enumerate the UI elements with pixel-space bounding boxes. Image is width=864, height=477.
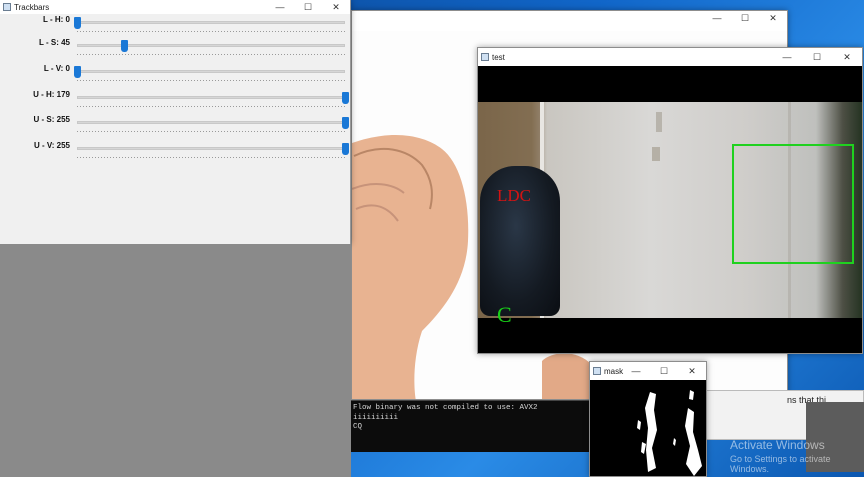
slider-thumb[interactable] — [342, 117, 349, 129]
maximize-button[interactable]: ☐ — [650, 362, 678, 380]
test-title: test — [492, 52, 505, 62]
console-output: Flow binary was not compiled to use: AVX… — [351, 400, 591, 452]
slider-track[interactable] — [77, 44, 345, 47]
watermark-line2: Go to Settings to activate Windows. — [730, 454, 831, 474]
minimize-button[interactable]: — — [266, 0, 294, 14]
window-icon — [481, 53, 489, 61]
slider-ticks — [77, 106, 345, 107]
watermark-line1: Activate Windows — [730, 438, 825, 452]
back-window-titlebar[interactable]: — ☐ ✕ — [352, 11, 787, 25]
prediction-text-red: LDC — [497, 186, 531, 205]
slider-row-l-v: L - V: 0 — [0, 63, 350, 89]
minimize-button[interactable]: — — [772, 48, 802, 66]
slider-track[interactable] — [77, 70, 345, 73]
minimize-button[interactable]: — — [703, 11, 731, 25]
slider-track[interactable] — [77, 96, 345, 99]
mask-titlebar[interactable]: mask — ☐ ✕ — [590, 362, 706, 380]
slider-row-l-s: L - S: 45 — [0, 37, 350, 63]
slider-thumb[interactable] — [74, 17, 81, 29]
mask-window[interactable]: mask — ☐ ✕ — [589, 361, 707, 477]
close-button[interactable]: ✕ — [678, 362, 706, 380]
slider-track[interactable] — [77, 121, 345, 124]
maximize-button[interactable]: ☐ — [294, 0, 322, 14]
console-line: CQ — [353, 423, 363, 431]
slider-row-u-v: U - V: 255 — [0, 140, 350, 166]
maximize-button[interactable]: ☐ — [802, 48, 832, 66]
slider-thumb[interactable] — [342, 143, 349, 155]
camera-frame: LDC C — [478, 66, 862, 353]
slider-thumb[interactable] — [342, 92, 349, 104]
close-button[interactable]: ✕ — [832, 48, 862, 66]
close-button[interactable]: ✕ — [759, 11, 787, 25]
slider-ticks — [77, 131, 345, 132]
minimize-button[interactable]: — — [622, 362, 650, 380]
mask-blobs — [637, 390, 702, 476]
slider-ticks — [77, 54, 345, 55]
test-titlebar[interactable]: test — ☐ ✕ — [478, 48, 862, 66]
console-line: iiiiiiiiii — [353, 413, 399, 422]
slider-ticks — [77, 157, 345, 158]
slider-row-u-s: U - S: 255 — [0, 114, 350, 140]
slider-label: U - S: 255 — [33, 115, 70, 124]
grey-backdrop — [0, 244, 351, 477]
mask-image — [590, 380, 706, 476]
slider-thumb[interactable] — [74, 66, 81, 78]
console-line: Flow binary was not compiled to use: AVX… — [353, 404, 538, 412]
slider-label: L - S: 45 — [39, 38, 70, 47]
slider-label: L - H: 0 — [43, 15, 70, 24]
test-window[interactable]: test — ☐ ✕ LDC C — [477, 47, 863, 354]
mask-title: mask — [604, 366, 624, 376]
region-of-interest-box — [732, 144, 854, 264]
trackbars-window[interactable]: Trackbars — ☐ ✕ L - H: 0 L - S: 45 L - V… — [0, 0, 351, 244]
slider-row-u-h: U - H: 179 — [0, 89, 350, 115]
slider-track[interactable] — [77, 21, 345, 24]
slider-ticks — [77, 31, 345, 32]
slider-label: L - V: 0 — [43, 64, 70, 73]
close-button[interactable]: ✕ — [322, 0, 350, 14]
slider-label: U - V: 255 — [33, 141, 70, 150]
activate-windows-watermark: Activate Windows Go to Settings to activ… — [730, 438, 864, 474]
slider-thumb[interactable] — [121, 40, 129, 52]
trackbars-titlebar[interactable]: Trackbars — ☐ ✕ — [0, 0, 350, 14]
prediction-text-green: C — [497, 302, 512, 327]
trackbars-title: Trackbars — [14, 2, 50, 12]
slider-track[interactable] — [77, 147, 345, 150]
slider-label: U - H: 179 — [33, 90, 70, 99]
window-icon — [3, 3, 11, 11]
maximize-button[interactable]: ☐ — [731, 11, 759, 25]
slider-ticks — [77, 80, 345, 81]
window-icon — [593, 367, 601, 375]
